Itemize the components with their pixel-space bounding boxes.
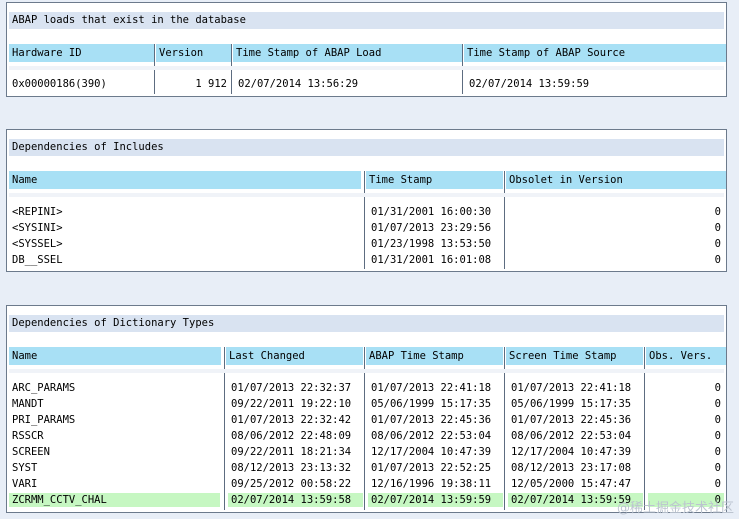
cell-screen-timestamp: 08/12/2013 23:17:08 <box>508 461 643 475</box>
abap-loads-panel: ABAP loads that exist in the database Ha… <box>6 2 727 97</box>
col-header-version[interactable]: Version <box>156 44 231 62</box>
col-header-obs-vers[interactable]: Obs. Vers. <box>646 347 726 365</box>
cell-obs-vers: 0 <box>648 381 724 395</box>
col-header-hardware-id[interactable]: Hardware ID <box>9 44 154 62</box>
cell-name: PRI_PARAMS <box>9 413 220 427</box>
cell-abap-timestamp: 12/16/1996 19:38:11 <box>368 477 503 491</box>
cell-abap-timestamp: 01/07/2013 22:45:36 <box>368 413 503 427</box>
cell-last-changed: 08/06/2012 22:48:09 <box>228 429 363 443</box>
col-header-obsolete-version[interactable]: Obsolet in Version <box>506 171 726 189</box>
cell-screen-timestamp: 01/07/2013 22:45:36 <box>508 413 643 427</box>
cell-timestamp: 01/23/1998 13:53:50 <box>368 237 503 251</box>
table-header: Name Time Stamp Obsolet in Version <box>9 171 726 189</box>
table-row[interactable]: <SYSSEL> 01/23/1998 13:53:50 0 <box>9 237 724 251</box>
panel-title: ABAP loads that exist in the database <box>9 12 724 29</box>
cell-obs-vers: 0 <box>648 477 724 491</box>
panel-title: Dependencies of Dictionary Types <box>9 315 724 332</box>
cell-screen-timestamp: 08/06/2012 22:53:04 <box>508 429 643 443</box>
col-header-abap-timestamp[interactable]: ABAP Time Stamp <box>366 347 503 365</box>
cell-timestamp: 01/31/2001 16:00:30 <box>368 205 503 219</box>
table-row[interactable]: 0x00000186(390) 1 912 02/07/2014 13:56:2… <box>9 77 724 91</box>
cell-obs-vers: 0 <box>648 445 724 459</box>
cell-screen-timestamp: 01/07/2013 22:41:18 <box>508 381 643 395</box>
cell-name: SCREEN <box>9 445 220 459</box>
cell-name: ARC_PARAMS <box>9 381 220 395</box>
cell-last-changed: 09/22/2011 18:21:34 <box>228 445 363 459</box>
cell-last-changed: 09/22/2011 19:22:10 <box>228 397 363 411</box>
cell-obsolete-version: 0 <box>508 237 724 251</box>
cell-screen-timestamp: 12/17/2004 10:47:39 <box>508 445 643 459</box>
cell-abap-timestamp: 12/17/2004 10:47:39 <box>368 445 503 459</box>
cell-name: <REPINI> <box>9 205 360 219</box>
table-row[interactable]: ARC_PARAMS 01/07/2013 22:32:37 01/07/2013 … <box>9 381 724 395</box>
cell-name: <SYSINI> <box>9 221 360 235</box>
table-row[interactable]: <SYSINI> 01/07/2013 23:29:56 0 <box>9 221 724 235</box>
cell-name: RSSCR <box>9 429 220 443</box>
col-header-source-timestamp[interactable]: Time Stamp of ABAP Source <box>464 44 726 62</box>
cell-name: DB__SSEL <box>9 253 360 267</box>
cell-abap-timestamp: 01/07/2013 22:41:18 <box>368 381 503 395</box>
cell-obsolete-version: 0 <box>508 205 724 219</box>
includes-panel: Dependencies of Includes Name Time Stamp… <box>6 129 727 272</box>
cell-last-changed: 09/25/2012 00:58:22 <box>228 477 363 491</box>
table-row[interactable]: PRI_PARAMS 01/07/2013 22:32:42 01/07/2013 … <box>9 413 724 427</box>
cell-abap-timestamp: 05/06/1999 15:17:35 <box>368 397 503 411</box>
cell-obs-vers: 0 <box>648 413 724 427</box>
table-row[interactable]: <REPINI> 01/31/2001 16:00:30 0 <box>9 205 724 219</box>
cell-obsolete-version: 0 <box>508 221 724 235</box>
table-row[interactable]: SCREEN 09/22/2011 18:21:34 12/17/2004 10:4… <box>9 445 724 459</box>
cell-source-timestamp: 02/07/2014 13:59:59 <box>466 77 724 91</box>
cell-timestamp: 01/07/2013 23:29:56 <box>368 221 503 235</box>
cell-abap-timestamp: 02/07/2014 13:59:59 <box>368 493 503 507</box>
cell-last-changed: 08/12/2013 23:13:32 <box>228 461 363 475</box>
cell-last-changed: 01/07/2013 22:32:42 <box>228 413 363 427</box>
col-header-screen-timestamp[interactable]: Screen Time Stamp <box>506 347 643 365</box>
col-header-last-changed[interactable]: Last Changed <box>226 347 363 365</box>
cell-name: <SYSSEL> <box>9 237 360 251</box>
cell-abap-timestamp: 01/07/2013 22:52:25 <box>368 461 503 475</box>
cell-abap-timestamp: 08/06/2012 22:53:04 <box>368 429 503 443</box>
cell-name: ZCRMM_CCTV_CHAL <box>9 493 220 507</box>
col-header-name[interactable]: Name <box>9 347 221 365</box>
col-header-timestamp[interactable]: Time Stamp <box>366 171 503 189</box>
cell-last-changed: 02/07/2014 13:59:58 <box>228 493 363 507</box>
panel-title: Dependencies of Includes <box>9 139 724 156</box>
table-header: Hardware ID Version Time Stamp of ABAP L… <box>9 44 726 62</box>
dictionary-types-panel: Dependencies of Dictionary Types Name La… <box>6 305 727 513</box>
cell-load-timestamp: 02/07/2014 13:56:29 <box>235 77 460 91</box>
cell-obsolete-version: 0 <box>508 253 724 267</box>
col-header-load-timestamp[interactable]: Time Stamp of ABAP Load <box>233 44 462 62</box>
cell-obs-vers: 0 <box>648 461 724 475</box>
cell-obs-vers: 0 <box>648 429 724 443</box>
cell-last-changed: 01/07/2013 22:32:37 <box>228 381 363 395</box>
watermark: @稀土掘金技术社区 <box>616 501 734 516</box>
cell-name: VARI <box>9 477 220 491</box>
table-row[interactable]: MANDT 09/22/2011 19:22:10 05/06/1999 15:17… <box>9 397 724 411</box>
col-header-name[interactable]: Name <box>9 171 361 189</box>
table-header: Name Last Changed ABAP Time Stamp Screen… <box>9 347 726 365</box>
cell-screen-timestamp: 12/05/2000 15:47:47 <box>508 477 643 491</box>
table-row[interactable]: DB__SSEL 01/31/2001 16:01:08 0 <box>9 253 724 267</box>
cell-screen-timestamp: 05/06/1999 15:17:35 <box>508 397 643 411</box>
cell-name: SYST <box>9 461 220 475</box>
cell-version: 1 912 <box>158 77 230 91</box>
cell-name: MANDT <box>9 397 220 411</box>
table-row[interactable]: RSSCR 08/06/2012 22:48:09 08/06/2012 22:53… <box>9 429 724 443</box>
cell-obs-vers: 0 <box>648 397 724 411</box>
table-row[interactable]: VARI 09/25/2012 00:58:22 12/16/1996 19:38:… <box>9 477 724 491</box>
cell-hardware-id: 0x00000186(390) <box>9 77 152 91</box>
table-row[interactable]: SYST 08/12/2013 23:13:32 01/07/2013 22:52:… <box>9 461 724 475</box>
cell-timestamp: 01/31/2001 16:01:08 <box>368 253 503 267</box>
